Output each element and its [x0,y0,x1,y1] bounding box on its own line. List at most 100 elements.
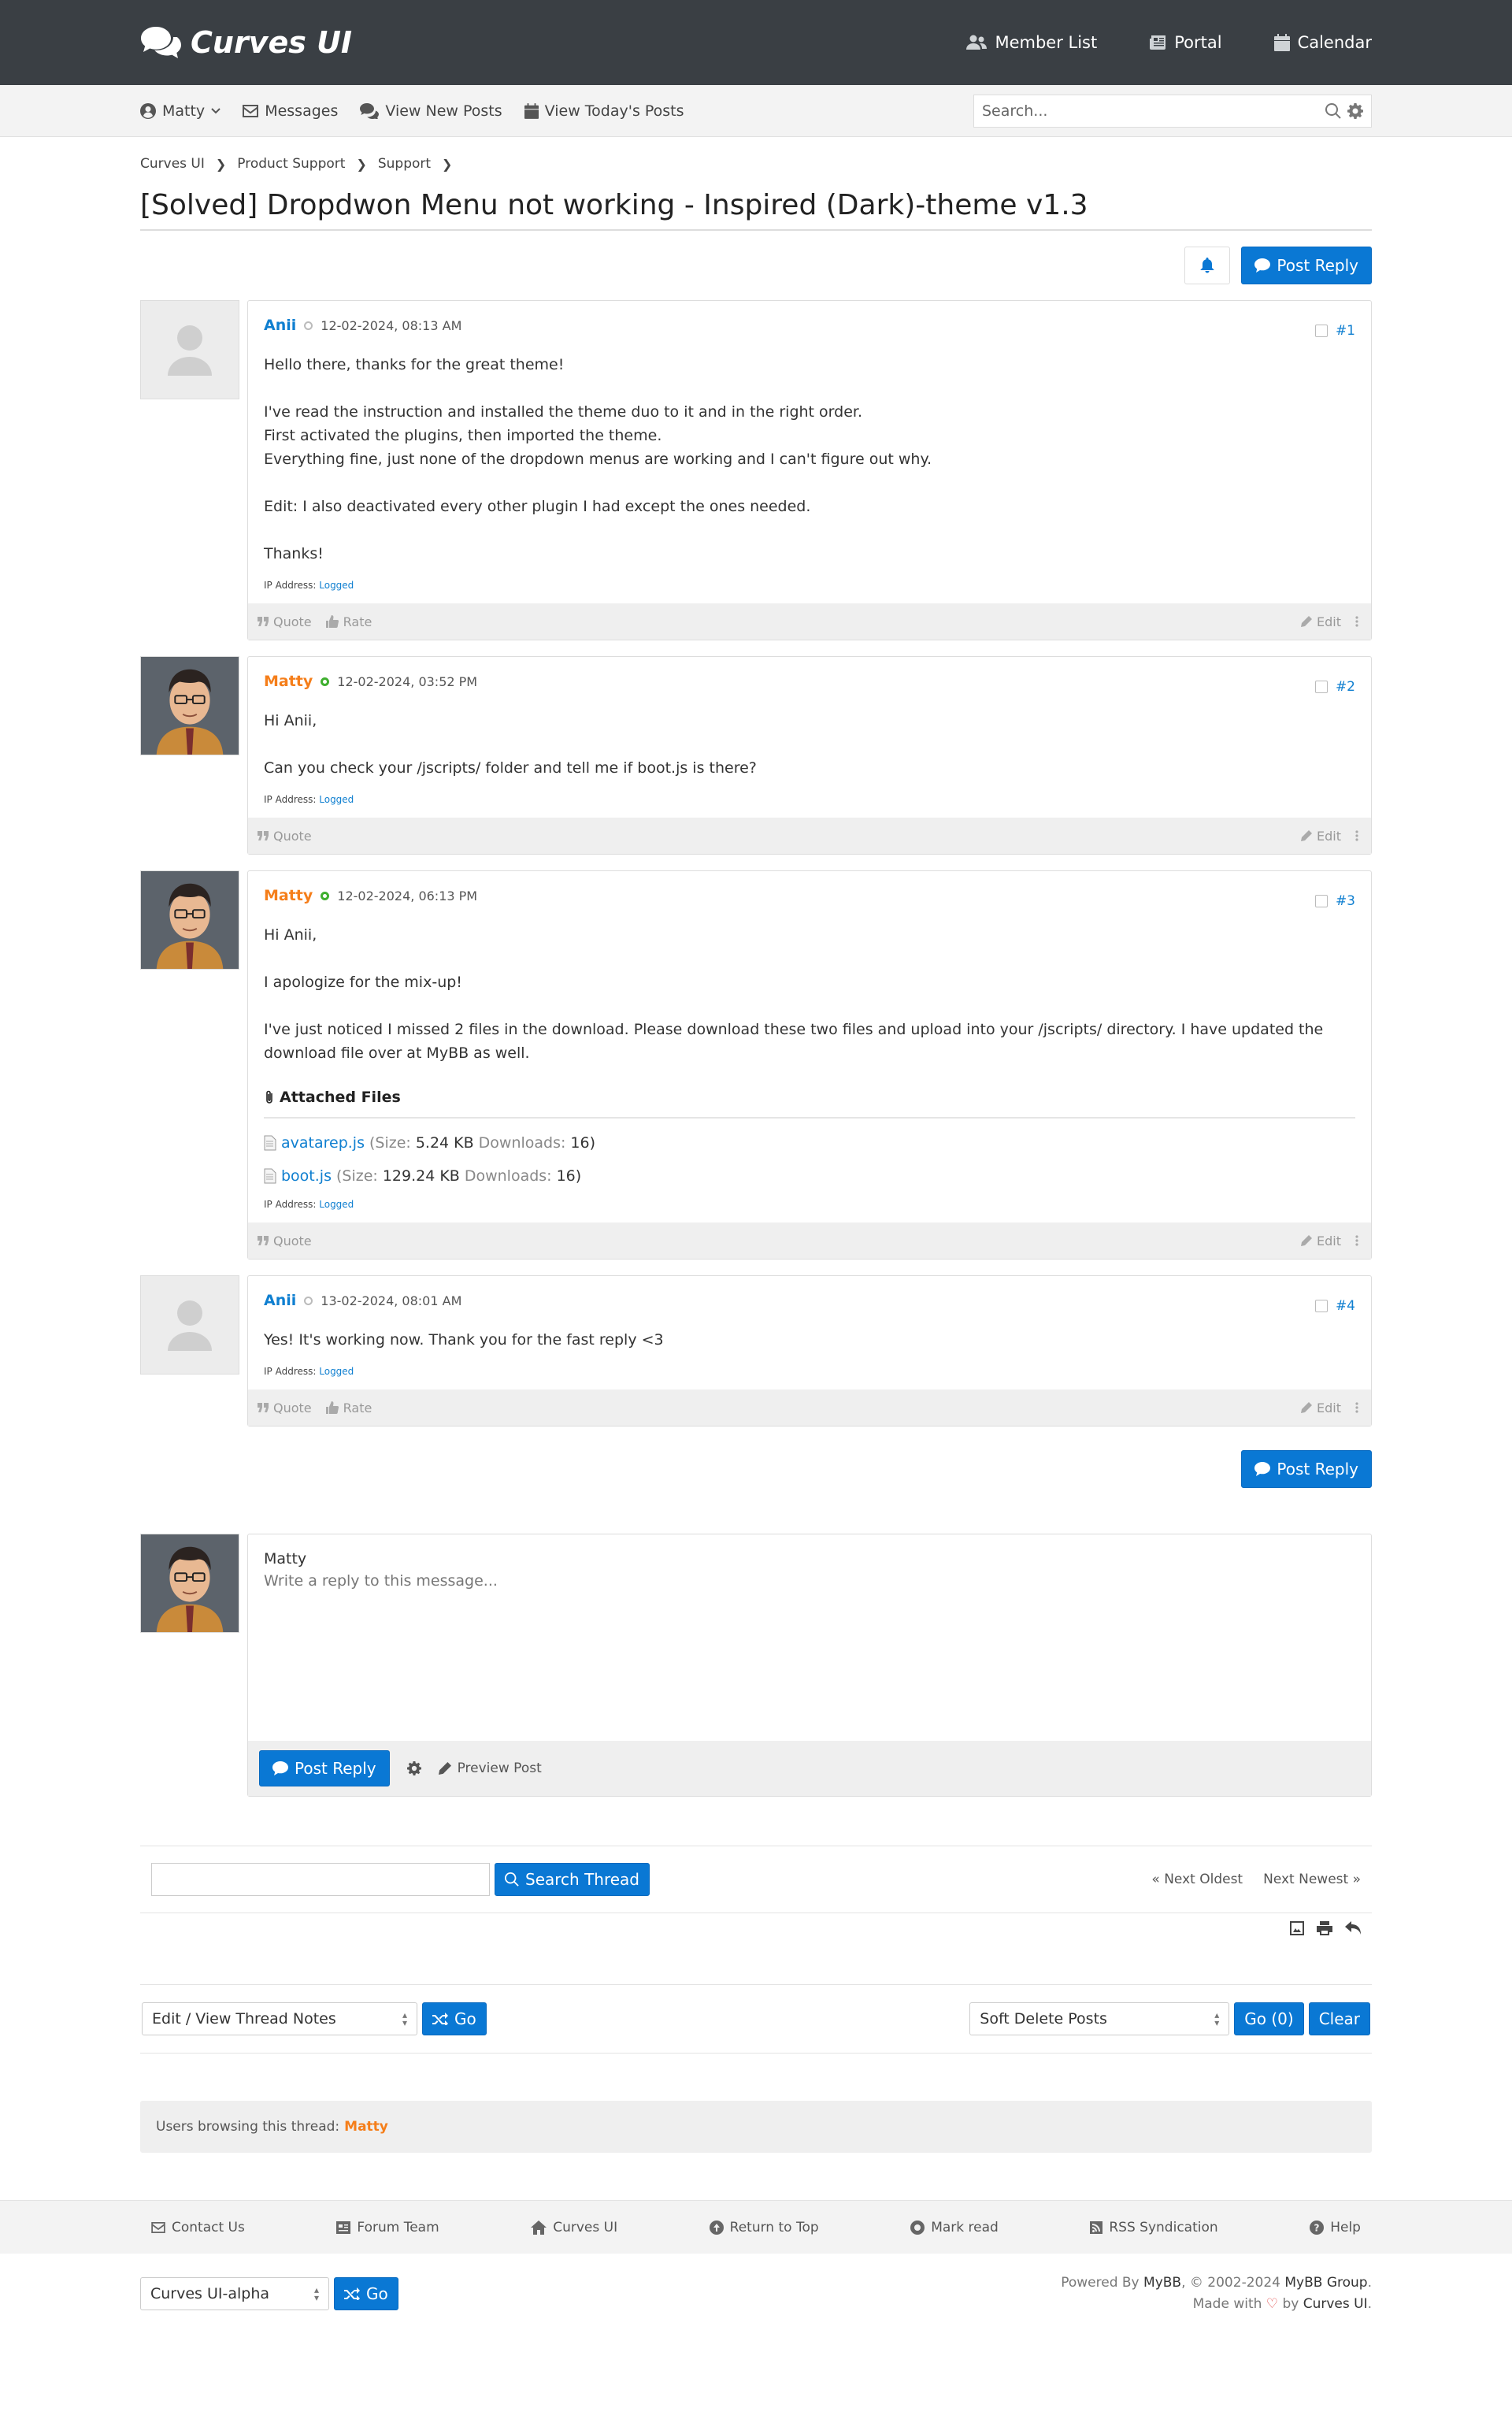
online-status-icon [321,677,330,686]
theme-go-button[interactable]: Go [334,2277,398,2310]
default-avatar-icon [168,325,212,376]
footer-help[interactable]: ? Help [1310,2220,1361,2235]
print-icon[interactable] [1317,1921,1332,1935]
nav-member-list[interactable]: Member List [966,33,1097,52]
select-arrows-icon: ▴ ▾ [1214,2009,1220,2028]
ip-logged-link[interactable]: Logged [319,1366,354,1377]
post-author[interactable]: Matty [264,673,313,690]
moderation-bar: Edit / View Thread Notes ▴ ▾ Go Soft Dele… [140,1984,1372,2054]
more-options-icon[interactable] [1355,1235,1358,1246]
theme-select[interactable]: Curves UI-alpha ▴ ▾ [140,2277,329,2310]
select-post-checkbox[interactable] [1314,1300,1328,1312]
reply-arrow-icon[interactable] [1345,1921,1361,1935]
pencil-icon [1301,616,1313,627]
thread-notes-select[interactable]: Edit / View Thread Notes ▴ ▾ [142,2002,417,2035]
chat-bubbles-icon [141,27,181,58]
shuffle-icon [344,2287,360,2300]
subscribe-button[interactable] [1184,247,1231,284]
footer-contact-us[interactable]: Contact Us [151,2220,245,2235]
default-avatar-icon [168,1300,212,1351]
footer-forum-team[interactable]: Forum Team [336,2220,439,2235]
reply-options-button[interactable] [406,1761,421,1775]
nav-calendar[interactable]: Calendar [1273,33,1372,52]
select-post-checkbox[interactable] [1314,325,1328,337]
svg-text:?: ? [1314,2223,1320,2234]
avatar[interactable] [140,656,239,755]
select-post-checkbox[interactable] [1314,895,1328,907]
attachment-link[interactable]: boot.js [281,1167,332,1185]
mybb-link[interactable]: MyBB [1143,2275,1181,2291]
more-options-icon[interactable] [1355,830,1358,841]
preview-post-button[interactable]: Preview Post [438,1760,542,1776]
attachment-link[interactable]: avatarep.js [281,1134,365,1152]
rate-button[interactable]: Rate [325,1401,372,1415]
post-reply-button[interactable]: Post Reply [1241,247,1372,284]
post-author[interactable]: Anii [264,1292,296,1309]
notes-go-button[interactable]: Go [422,2002,487,2035]
avatar[interactable] [140,300,239,399]
search-icon[interactable] [1325,103,1341,119]
ip-logged-link[interactable]: Logged [319,580,354,591]
post-number-link[interactable]: #1 [1336,323,1355,339]
footer-mark-read[interactable]: Mark read [910,2220,999,2235]
post-author[interactable]: Matty [264,887,313,904]
next-oldest-link[interactable]: « Next Oldest [1151,1872,1243,1887]
quote-button[interactable]: Quote [258,1234,312,1248]
ip-logged-link[interactable]: Logged [319,1199,354,1210]
site-logo[interactable]: Curves UI [140,25,352,60]
quote-icon [258,1403,269,1412]
avatar[interactable] [140,1275,239,1375]
reply-textarea[interactable] [264,1572,1355,1714]
edit-button[interactable]: Edit [1301,1234,1341,1248]
browsing-user-link[interactable]: Matty [344,2119,388,2135]
inline-mod-go-button[interactable]: Go (0) [1234,2002,1304,2035]
select-arrows-icon: ▴ ▾ [313,2284,319,2303]
quote-button[interactable]: Quote [258,614,312,629]
new-posts-link[interactable]: View New Posts [360,102,502,120]
edit-button[interactable]: Edit [1301,614,1341,629]
gear-icon[interactable] [1347,103,1363,119]
quick-reply-submit-button[interactable]: Post Reply [259,1750,390,1786]
post-number-link[interactable]: #4 [1336,1298,1355,1314]
footer-return-to-top[interactable]: Return to Top [709,2220,819,2235]
clear-button[interactable]: Clear [1308,2002,1370,2035]
soft-delete-select[interactable]: Soft Delete Posts ▴ ▾ [969,2002,1230,2035]
comments-icon [360,103,380,119]
curves-link[interactable]: Curves UI [1303,2296,1368,2312]
search-thread-input[interactable] [151,1863,490,1896]
breadcrumb-item-support[interactable]: Support [378,156,431,172]
breadcrumb-item-product-support[interactable]: Product Support [237,156,345,172]
quote-button[interactable]: Quote [258,1401,312,1415]
quote-button[interactable]: Quote [258,829,312,844]
breadcrumb: Curves UI ❯ Product Support ❯ Support ❯ [140,156,1372,172]
post-reply-button[interactable]: Post Reply [1241,1450,1372,1488]
id-card-icon [336,2221,351,2234]
edit-button[interactable]: Edit [1301,829,1341,844]
search-input[interactable] [982,102,1319,120]
select-post-checkbox[interactable] [1314,681,1328,693]
mybb-group-link[interactable]: MyBB Group [1284,2275,1367,2291]
attachment-item: avatarep.js (Size: 5.24 KB Downloads: 16… [264,1134,1355,1152]
image-icon[interactable] [1290,1921,1304,1935]
post-number-link[interactable]: #3 [1336,893,1355,909]
edit-button[interactable]: Edit [1301,1401,1341,1415]
user-menu[interactable]: Matty [140,102,220,120]
footer-home[interactable]: Curves UI [531,2220,617,2235]
breadcrumb-item-home[interactable]: Curves UI [140,156,205,172]
avatar[interactable] [140,870,239,970]
post-message: Hi Anii, Can you check your /jscripts/ f… [264,712,757,777]
more-options-icon[interactable] [1355,616,1358,627]
ip-logged-link[interactable]: Logged [319,794,354,805]
post-number-link[interactable]: #2 [1336,679,1355,695]
footer-rss[interactable]: RSS Syndication [1090,2220,1218,2235]
todays-posts-link[interactable]: View Today's Posts [524,102,684,120]
next-newest-link[interactable]: Next Newest » [1263,1872,1361,1887]
messages-link[interactable]: Messages [243,102,338,120]
top-header: Curves UI Member List Portal Calendar [0,0,1512,85]
rate-button[interactable]: Rate [325,614,372,629]
ip-address: IP Address: Logged [264,1199,354,1210]
nav-portal[interactable]: Portal [1149,33,1222,52]
post-author[interactable]: Anii [264,317,296,334]
search-thread-button[interactable]: Search Thread [495,1863,650,1896]
more-options-icon[interactable] [1355,1402,1358,1413]
